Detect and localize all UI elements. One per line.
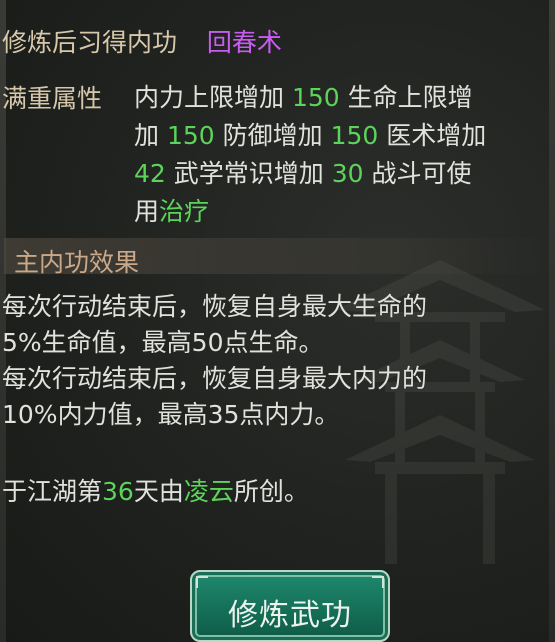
- effect-line: 每次行动结束后，恢复自身最大内力的: [2, 364, 428, 393]
- attributes-label: 满重属性: [2, 84, 103, 113]
- attr-text: 用: [134, 197, 160, 226]
- button-corner-ornament: [372, 576, 384, 588]
- attr-value: 150: [330, 121, 379, 150]
- learned-skill-row: 修炼后习得内功 回春术: [2, 30, 282, 55]
- attr-text: 武学常识增加: [165, 159, 332, 188]
- attr-text: 生命上限增: [339, 83, 473, 112]
- learned-skill-label: 修炼后习得内功: [2, 28, 178, 57]
- attr-text: 防御增加: [214, 121, 331, 150]
- origin-creator[interactable]: 凌云: [184, 477, 234, 506]
- learned-skill-name[interactable]: 回春术: [207, 28, 282, 57]
- origin-suffix: 所创。: [233, 477, 309, 506]
- effect-line: 5%生命值，最高50点生命。: [2, 328, 324, 357]
- attr-text: 加: [134, 121, 167, 150]
- attributes-text: 内力上限增加 150 生命上限增 加 150 防御增加 150 医术增加 42 …: [134, 79, 554, 231]
- attr-text: 内力上限增加: [134, 83, 292, 112]
- effect-line: 10%内力值，最高35点内力。: [2, 400, 340, 429]
- attributes-line: 内力上限增加 150 生命上限增: [134, 79, 554, 117]
- attr-value: 42: [134, 159, 166, 188]
- main-effect-title: 主内功效果: [14, 248, 140, 277]
- origin-text: 于江湖第36天由凌云所创。: [2, 472, 309, 508]
- origin-day: 36: [102, 477, 134, 506]
- cultivate-martial-art-button[interactable]: 修炼武功: [190, 570, 390, 642]
- effect-line: 每次行动结束后，恢复自身最大生命的: [2, 292, 428, 321]
- attributes-line: 42 武学常识增加 30 战斗可使: [134, 155, 554, 193]
- attr-value: 30: [331, 159, 364, 188]
- origin-prefix: 于江湖第: [2, 477, 103, 506]
- attr-skill-link[interactable]: 治疗: [159, 197, 209, 226]
- attr-text: 医术增加: [378, 121, 487, 150]
- attributes-line: 用治疗: [134, 193, 554, 231]
- button-corner-ornament: [196, 576, 208, 588]
- attr-value: 150: [291, 83, 340, 112]
- attributes-line: 加 150 防御增加 150 医术增加: [134, 117, 554, 155]
- attr-value: 150: [166, 121, 215, 150]
- attr-text: 战斗可使: [363, 159, 472, 188]
- main-effect-text: 每次行动结束后，恢复自身最大生命的 5%生命值，最高50点生命。 每次行动结束后…: [2, 289, 427, 433]
- cultivate-button-label: 修炼武功: [228, 598, 352, 633]
- origin-mid: 天由: [133, 477, 184, 506]
